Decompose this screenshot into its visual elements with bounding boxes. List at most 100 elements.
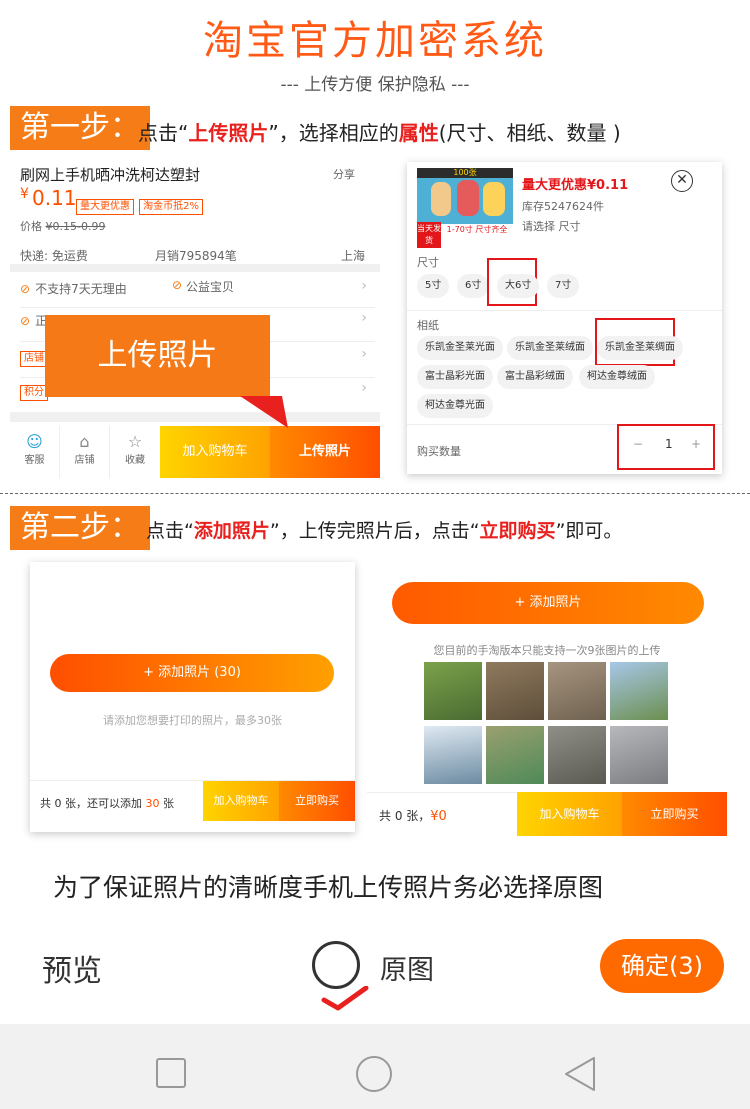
step1-text-b: 上传照片 <box>188 121 269 145</box>
tag-bulk-discount: 量大更优惠 <box>76 199 134 215</box>
size-option-selected[interactable]: 大6寸 <box>497 274 540 298</box>
product-name: 刷网上手机晒冲洗柯达塑封 <box>20 166 201 184</box>
page-subtitle: --- 上传方便 保护隐私 --- <box>280 75 470 95</box>
thumb-figure <box>457 180 479 216</box>
quantity-value[interactable]: 1 <box>665 437 673 451</box>
system-nav-bar <box>0 1024 750 1109</box>
thumb-top: 100张 <box>417 168 513 178</box>
step2-instruction: 点击“添加照片”，上传完照片后，点击“立即购买”即可。 <box>146 516 622 543</box>
star-icon: ☆ <box>127 432 143 451</box>
photo-thumbnail[interactable] <box>610 726 668 784</box>
quantity-label: 购买数量 <box>417 445 461 458</box>
photo-thumbnail[interactable] <box>424 662 482 720</box>
product-thumbnail: 100张 当天发货 1-70寸 尺寸齐全 <box>417 168 513 248</box>
preview-button[interactable]: 预览 <box>42 946 102 990</box>
add-photo-button[interactable]: + 添加照片 <box>392 582 704 624</box>
chevron-right-icon: › <box>361 278 367 294</box>
step1-text-a: 点击“ <box>138 121 189 145</box>
original-image-label[interactable]: 原图 <box>380 948 434 987</box>
thumb-banner: 1-70寸 尺寸齐全 <box>441 224 513 248</box>
paper-option-selected[interactable]: 乐凯金圣莱绸面 <box>597 336 683 360</box>
recent-apps-icon[interactable] <box>156 1058 186 1088</box>
paper-option[interactable]: 柯达金尊绒面 <box>579 365 655 389</box>
original-price-row: 价格 ¥0.15-0.99 <box>20 218 105 234</box>
sku-price: 量大更优惠¥0.11 <box>522 178 629 193</box>
sku-selector-screenshot: 100张 当天发货 1-70寸 尺寸齐全 量大更优惠¥0.11 库存524762… <box>407 162 722 474</box>
section-divider <box>10 412 380 422</box>
shop-label: 店铺 <box>74 455 95 466</box>
size-option[interactable]: 6寸 <box>457 274 490 298</box>
favorite-button[interactable]: ☆ 收藏 <box>110 426 160 478</box>
add-to-cart-button[interactable]: 加入购物车 <box>517 792 622 836</box>
photo-count-num: 30 <box>145 797 160 810</box>
upload-photo-button[interactable]: 上传照片 <box>270 426 380 478</box>
photo-thumbnail[interactable] <box>486 726 544 784</box>
photo-thumbnail[interactable] <box>486 662 544 720</box>
photo-thumbnail[interactable] <box>548 726 606 784</box>
upload-hint: 请添加您想要打印的照片，最多30张 <box>103 714 282 727</box>
quantity-minus[interactable]: − <box>633 437 643 451</box>
paper-option[interactable]: 柯达金尊光面 <box>417 394 493 418</box>
photo-count-b: 张 <box>163 797 174 810</box>
original-price-label: 价格 <box>20 220 42 233</box>
guarantee-row[interactable]: ⊘ 不支持7天无理由 ⊘ 公益宝贝 › <box>20 278 375 308</box>
tag-coin-discount: 淘金币抵2% <box>139 199 203 215</box>
thumb-figure <box>483 182 505 216</box>
paper-option[interactable]: 乐凯金圣莱光面 <box>417 336 503 360</box>
check-icon: ⊘ <box>20 314 31 328</box>
page-title: 淘宝官方加密系统 <box>203 18 547 64</box>
photo-count: 共 0 张，¥0 <box>379 807 447 824</box>
product-price: 0.11 <box>32 186 77 210</box>
step1-tag: 第一步： <box>10 106 150 150</box>
original-image-radio[interactable] <box>312 941 360 989</box>
photo-count-text: 共 0 张， <box>379 809 431 823</box>
paper-option[interactable]: 富士晶彩绒面 <box>497 365 573 389</box>
upload-screen-right: + 添加照片 您目前的手淘版本只能支持一次9张图片的上传 共 0 张，¥0 加入… <box>367 560 727 836</box>
size-option[interactable]: 7寸 <box>547 274 580 298</box>
step1-text-c: ”，选择相应的 <box>268 121 399 145</box>
buy-now-button[interactable]: 立即购买 <box>622 792 727 836</box>
add-to-cart-button[interactable]: 加入购物车 <box>160 426 270 478</box>
service-label: 客服 <box>24 455 45 466</box>
buy-now-button[interactable]: 立即购买 <box>279 781 355 821</box>
section-divider <box>10 264 380 272</box>
photo-thumbnail[interactable] <box>610 662 668 720</box>
confirm-button[interactable]: 确定(3) <box>600 939 724 993</box>
upload-callout: 上传照片 <box>45 315 270 397</box>
step2-text-d: 立即购买 <box>479 520 556 542</box>
guarantee-charity: 公益宝贝 <box>186 280 235 294</box>
photo-count: 共 0 张，还可以添加 30 张 <box>40 795 174 811</box>
step2-text-c: ”，上传完照片后，点击“ <box>269 520 480 542</box>
thumb-same-day: 当天发货 <box>417 222 441 248</box>
paper-label: 相纸 <box>417 319 439 332</box>
step1-text-d: 属性 <box>398 121 439 145</box>
original-photo-note: 为了保证照片的清晰度手机上传照片务必选择原图 <box>53 873 604 902</box>
size-label: 尺寸 <box>417 256 439 269</box>
quantity-stepper[interactable]: − 1 + <box>629 437 705 459</box>
check-icon: ⊘ <box>172 278 183 292</box>
price-symbol: ¥ <box>20 186 29 202</box>
photo-thumbnail[interactable] <box>424 726 482 784</box>
close-icon[interactable]: ✕ <box>671 170 693 192</box>
photo-thumbnail[interactable] <box>548 662 606 720</box>
shop-button[interactable]: ⌂ 店铺 <box>60 426 110 478</box>
paper-option[interactable]: 乐凯金圣莱绒面 <box>507 336 593 360</box>
add-to-cart-button[interactable]: 加入购物车 <box>203 781 279 821</box>
original-price: ¥0.15-0.99 <box>45 220 106 233</box>
size-option[interactable]: 5寸 <box>417 274 450 298</box>
paper-option[interactable]: 富士晶彩光面 <box>417 365 493 389</box>
add-photo-button[interactable]: + 添加照片 (30) <box>50 654 334 692</box>
share-link[interactable]: 分享 <box>333 166 355 182</box>
divider <box>407 310 722 311</box>
section-divider-dashed <box>0 493 750 494</box>
step2-text-e: ”即可。 <box>555 520 623 542</box>
service-button[interactable]: ☺ 客服 <box>10 426 60 478</box>
quantity-plus[interactable]: + <box>691 437 701 451</box>
back-icon[interactable] <box>560 1054 600 1094</box>
checkmark-icon <box>321 986 369 1011</box>
favorite-label: 收藏 <box>125 455 145 466</box>
sku-stock: 库存5247624件 <box>522 200 604 213</box>
home-icon[interactable] <box>356 1056 392 1092</box>
step2-text-b: 添加照片 <box>193 520 270 542</box>
thumb-figure <box>431 182 451 216</box>
